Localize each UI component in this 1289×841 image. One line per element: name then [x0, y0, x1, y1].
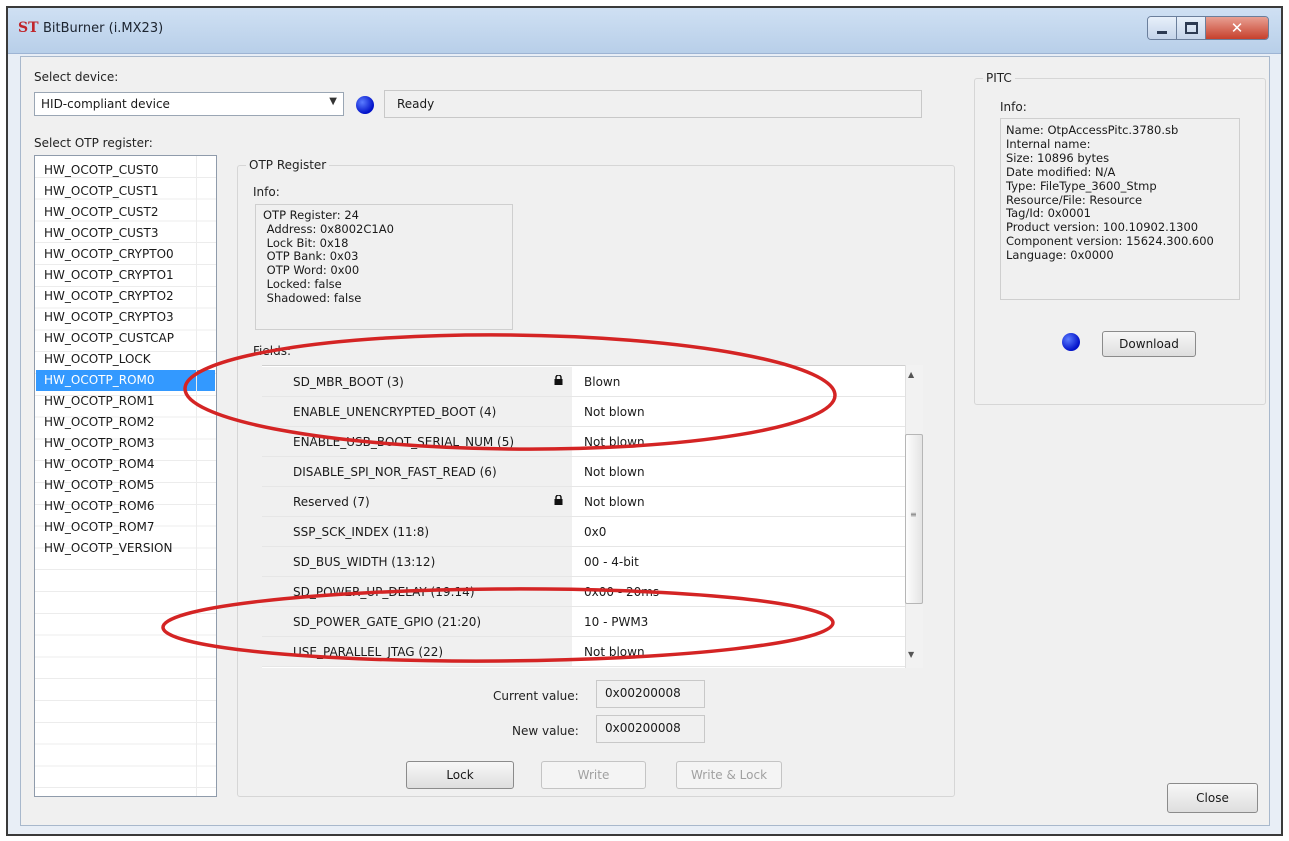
field-value: Not blown: [584, 435, 645, 449]
list-item-hw-ocotp-rom7[interactable]: HW_OCOTP_ROM7: [36, 517, 215, 538]
field-name: USE_PARALLEL_JTAG (22): [293, 645, 444, 659]
list-item-hw-ocotp-rom1[interactable]: HW_OCOTP_ROM1: [36, 391, 215, 412]
title-bar[interactable]: [8, 8, 1281, 54]
pitc-info-label: Info:: [1000, 100, 1027, 114]
chevron-down-icon: ▼: [329, 96, 337, 107]
lock-icon: [554, 495, 563, 505]
field-row-sd-power-up-delay[interactable]: SD_POWER_UP_DELAY (19:14) 0x00 - 20ms: [262, 577, 905, 607]
write-button[interactable]: Write: [541, 761, 646, 789]
field-value: Not blown: [584, 405, 645, 419]
close-button[interactable]: Close: [1167, 783, 1258, 813]
list-item-hw-ocotp-crypto2[interactable]: HW_OCOTP_CRYPTO2: [36, 286, 215, 307]
window-title: BitBurner (i.MX23): [43, 21, 164, 36]
maximize-button[interactable]: [1177, 17, 1206, 39]
field-value: Not blown: [584, 495, 645, 509]
list-item-hw-ocotp-rom6[interactable]: HW_OCOTP_ROM6: [36, 496, 215, 517]
field-row-enable-usb-boot-serial-num[interactable]: ENABLE_USB_BOOT_SERIAL_NUM (5) Not blown: [262, 427, 905, 457]
list-item-hw-ocotp-crypto3[interactable]: HW_OCOTP_CRYPTO3: [36, 307, 215, 328]
field-name: SD_BUS_WIDTH (13:12): [293, 555, 436, 569]
select-device-label: Select device:: [34, 70, 119, 84]
lock-icon: [554, 375, 563, 385]
list-item-hw-ocotp-cust1[interactable]: HW_OCOTP_CUST1: [36, 181, 215, 202]
list-item-hw-ocotp-crypto0[interactable]: HW_OCOTP_CRYPTO0: [36, 244, 215, 265]
field-value: 0x0: [584, 525, 607, 539]
scroll-down-arrow-icon[interactable]: ▼: [908, 650, 914, 659]
field-row-use-parallel-jtag[interactable]: USE_PARALLEL_JTAG (22) Not blown: [262, 637, 905, 668]
device-dropdown[interactable]: HID-compliant device ▼: [34, 92, 344, 116]
new-value-input[interactable]: 0x00200008: [596, 715, 705, 743]
app-logo: ST: [18, 20, 39, 36]
close-icon: ✕: [1230, 19, 1244, 37]
pitc-info-text: Name: OtpAccessPitc.3780.sb Internal nam…: [1006, 123, 1214, 263]
otp-register-list[interactable]: HW_OCOTP_CUST0 HW_OCOTP_CUST1 HW_OCOTP_C…: [34, 155, 217, 797]
field-name: SD_MBR_BOOT (3): [293, 375, 404, 389]
new-value-label: New value:: [512, 724, 579, 738]
maximize-icon: [1184, 22, 1198, 34]
list-item-hw-ocotp-version[interactable]: HW_OCOTP_VERSION: [36, 538, 215, 559]
list-column-divider: [196, 156, 197, 796]
field-value: Not blown: [584, 465, 645, 479]
new-value-text: 0x00200008: [605, 721, 681, 735]
select-otp-register-label: Select OTP register:: [34, 136, 153, 150]
status-indicator-icon: [356, 96, 374, 114]
list-item-hw-ocotp-rom2[interactable]: HW_OCOTP_ROM2: [36, 412, 215, 433]
field-row-sd-power-gate-gpio[interactable]: SD_POWER_GATE_GPIO (21:20) 10 - PWM3: [262, 607, 905, 637]
status-field: Ready: [384, 90, 922, 118]
download-button[interactable]: Download: [1102, 331, 1196, 357]
minimize-icon: [1157, 30, 1167, 34]
field-value: Not blown: [584, 645, 645, 659]
pitc-group-title: PITC: [983, 71, 1015, 85]
field-row-enable-unencrypted-boot[interactable]: ENABLE_UNENCRYPTED_BOOT (4) Not blown: [262, 397, 905, 427]
window-controls: ✕: [1147, 16, 1269, 40]
scroll-up-arrow-icon[interactable]: ▲: [908, 370, 914, 379]
field-value: 00 - 4-bit: [584, 555, 639, 569]
list-item-hw-ocotp-cust0[interactable]: HW_OCOTP_CUST0: [36, 160, 215, 181]
field-row-ssp-sck-index[interactable]: SSP_SCK_INDEX (11:8) 0x0: [262, 517, 905, 547]
list-item-hw-ocotp-lock[interactable]: HW_OCOTP_LOCK: [36, 349, 215, 370]
list-item-hw-ocotp-cust2[interactable]: HW_OCOTP_CUST2: [36, 202, 215, 223]
list-item-hw-ocotp-custcap[interactable]: HW_OCOTP_CUSTCAP: [36, 328, 215, 349]
current-value-text: 0x00200008: [605, 686, 681, 700]
field-row-reserved[interactable]: Reserved (7) Not blown: [262, 487, 905, 517]
list-item-hw-ocotp-rom0-selected[interactable]: HW_OCOTP_ROM0: [36, 370, 215, 391]
field-name: DISABLE_SPI_NOR_FAST_READ (6): [293, 465, 497, 479]
otp-info-text: OTP Register: 24 Address: 0x8002C1A0 Loc…: [263, 208, 394, 305]
field-row-sd-mbr-boot[interactable]: SD_MBR_BOOT (3) Blown: [262, 367, 905, 397]
field-value: 10 - PWM3: [584, 615, 649, 629]
minimize-button[interactable]: [1148, 17, 1177, 39]
field-name: Reserved (7): [293, 495, 370, 509]
write-and-lock-button[interactable]: Write & Lock: [676, 761, 782, 789]
field-name: ENABLE_UNENCRYPTED_BOOT (4): [293, 405, 497, 419]
field-name: SD_POWER_GATE_GPIO (21:20): [293, 615, 482, 629]
current-value-label: Current value:: [493, 689, 579, 703]
field-row-disable-spi-nor-fast-read[interactable]: DISABLE_SPI_NOR_FAST_READ (6) Not blown: [262, 457, 905, 487]
list-item-hw-ocotp-rom3[interactable]: HW_OCOTP_ROM3: [36, 433, 215, 454]
field-value: 0x00 - 20ms: [584, 585, 660, 599]
list-item-hw-ocotp-cust3[interactable]: HW_OCOTP_CUST3: [36, 223, 215, 244]
field-row-sd-bus-width[interactable]: SD_BUS_WIDTH (13:12) 00 - 4-bit: [262, 547, 905, 577]
current-value-field: 0x00200008: [596, 680, 705, 708]
status-text: Ready: [397, 97, 435, 111]
field-name: ENABLE_USB_BOOT_SERIAL_NUM (5): [293, 435, 515, 449]
grip-icon: ≡: [910, 510, 917, 519]
download-status-icon: [1062, 333, 1080, 351]
close-window-button[interactable]: ✕: [1206, 17, 1268, 39]
otp-register-group-title: OTP Register: [246, 158, 330, 172]
lock-button[interactable]: Lock: [406, 761, 514, 789]
list-item-hw-ocotp-rom5[interactable]: HW_OCOTP_ROM5: [36, 475, 215, 496]
list-item-hw-ocotp-rom4[interactable]: HW_OCOTP_ROM4: [36, 454, 215, 475]
fields-label: Fields:: [253, 344, 291, 358]
device-dropdown-value: HID-compliant device: [41, 97, 170, 111]
otp-info-label: Info:: [253, 185, 280, 199]
list-item-hw-ocotp-crypto1[interactable]: HW_OCOTP_CRYPTO1: [36, 265, 215, 286]
field-name: SD_POWER_UP_DELAY (19:14): [293, 585, 475, 599]
field-value: Blown: [584, 375, 621, 389]
field-name: SSP_SCK_INDEX (11:8): [293, 525, 430, 539]
